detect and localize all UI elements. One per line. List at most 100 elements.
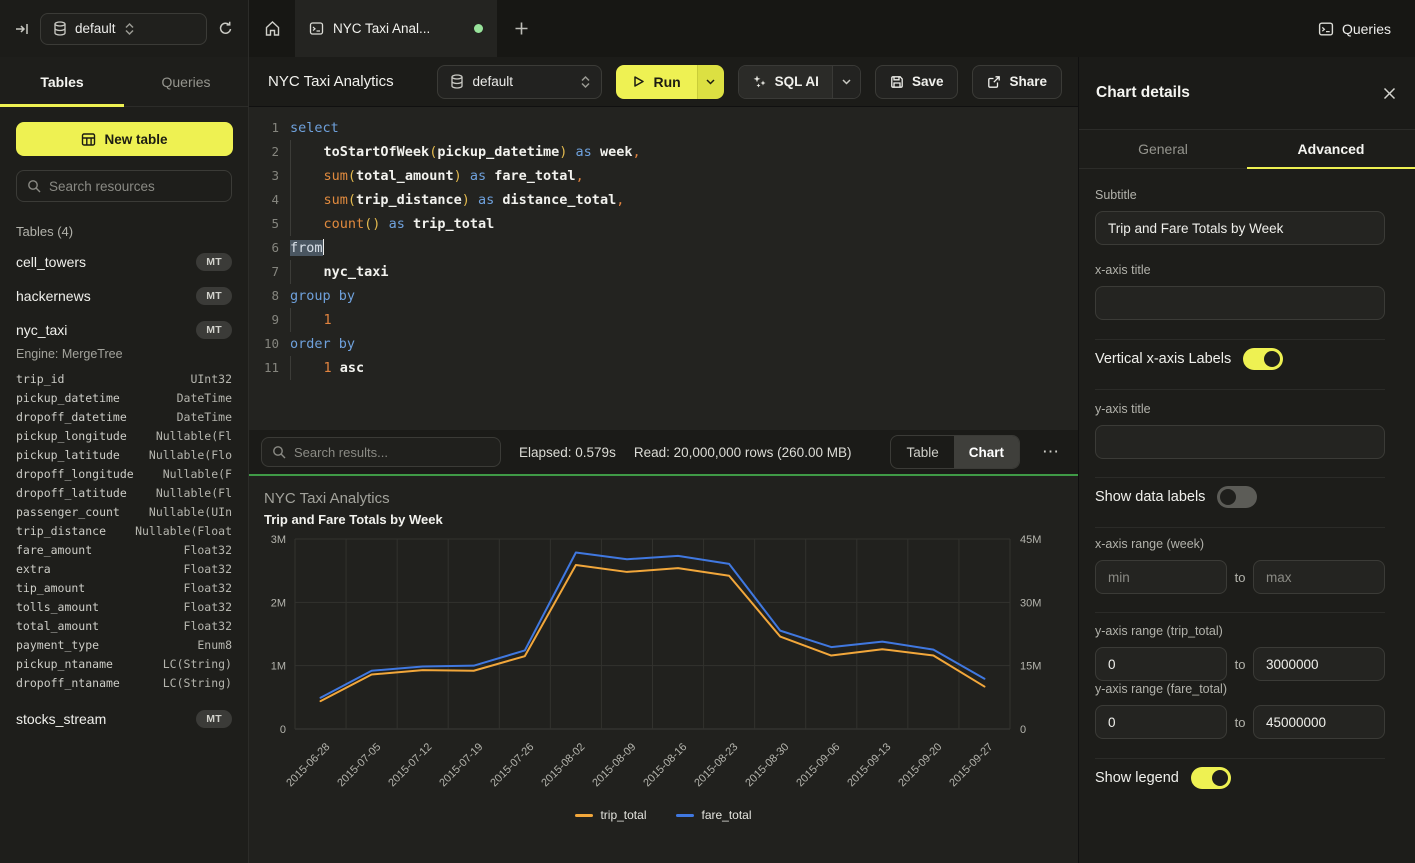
line-chart: 01M2M3M015M30M45M: [249, 534, 1078, 744]
sidebar-tab-queries[interactable]: Queries: [124, 57, 248, 106]
subtitle-label: Subtitle: [1095, 188, 1137, 202]
y-axis-range-trip-min-input[interactable]: [1095, 647, 1227, 681]
new-table-button[interactable]: New table: [16, 122, 233, 156]
legend-item-fare_total[interactable]: fare_total: [676, 808, 751, 822]
table-row-cell_towers[interactable]: cell_towersMT: [0, 245, 248, 279]
x-axis-range-label: x-axis range (week): [1095, 537, 1204, 551]
x-axis-title-label: x-axis title: [1095, 263, 1151, 277]
code-line-10: 10order by: [249, 332, 1078, 356]
x-axis-label: 2015-08-02: [539, 741, 587, 789]
line-number: 5: [249, 212, 279, 236]
chart-details-header: Chart details: [1079, 57, 1415, 130]
tab-general[interactable]: General: [1079, 130, 1247, 168]
line-number: 11: [249, 356, 279, 380]
column-row-tip_amount: tip_amountFloat32: [0, 578, 248, 597]
results-toolbar: Elapsed: 0.579s Read: 20,000,000 rows (2…: [249, 430, 1078, 476]
code-line-3: 3 sum(total_amount) as fare_total,: [249, 164, 1078, 188]
x-axis-label: 2015-08-30: [743, 741, 791, 789]
collapse-sidebar-icon[interactable]: [14, 21, 30, 37]
divider: [1095, 527, 1385, 528]
line-number: 10: [249, 332, 279, 356]
view-toggle-chart[interactable]: Chart: [954, 436, 1019, 468]
search-resources-input[interactable]: [49, 179, 221, 194]
database-select[interactable]: default: [40, 13, 207, 45]
tab-title: NYC Taxi Anal...: [333, 21, 465, 36]
close-icon[interactable]: [1382, 86, 1397, 101]
column-row-dropoff_longitude: dropoff_longitudeNullable(F: [0, 464, 248, 483]
table-row-stocks_stream[interactable]: stocks_streamMT: [0, 702, 248, 736]
toolbar-database-select[interactable]: default: [437, 65, 602, 99]
save-icon: [890, 75, 904, 89]
play-icon: [632, 75, 645, 88]
share-button[interactable]: Share: [972, 65, 1062, 99]
sidebar-tab-tables[interactable]: Tables: [0, 57, 124, 106]
sql-ai-options-button[interactable]: [832, 66, 860, 98]
share-label: Share: [1009, 74, 1047, 89]
x-axis-label: 2015-08-16: [641, 741, 689, 789]
column-row-dropoff_ntaname: dropoff_ntanameLC(String): [0, 673, 248, 692]
code-line-11: 11 1 asc: [249, 356, 1078, 380]
y-axis-range-trip-max-input[interactable]: [1253, 647, 1385, 681]
save-button[interactable]: Save: [875, 65, 959, 99]
sidebar-tabs: Tables Queries: [0, 57, 248, 107]
show-data-labels-toggle[interactable]: [1217, 486, 1257, 508]
chart-details-body: Subtitle x-axis title Vertical x-axis La…: [1079, 169, 1415, 862]
divider: [1095, 758, 1385, 759]
sql-ai-button[interactable]: SQL AI: [739, 66, 832, 98]
x-axis-label: 2015-09-13: [846, 741, 894, 789]
y-axis-range-fare-min-input[interactable]: [1095, 705, 1227, 739]
text-cursor: [323, 239, 325, 255]
table-row-hackernews[interactable]: hackernewsMT: [0, 279, 248, 313]
x-axis-range-max-input[interactable]: [1253, 560, 1385, 594]
run-button[interactable]: Run: [616, 65, 696, 99]
view-toggle-table[interactable]: Table: [891, 436, 953, 468]
y-axis-range-trip-row: to: [1095, 647, 1385, 681]
toolbar-database-value: default: [472, 74, 572, 89]
show-data-labels-label: Show data labels: [1095, 489, 1205, 505]
home-icon[interactable]: [249, 0, 295, 57]
right-axis-tick: 0: [1020, 724, 1026, 736]
chart-details-panel: Chart details General Advanced Subtitle …: [1078, 57, 1415, 863]
divider: [1095, 477, 1385, 478]
right-axis-tick: 45M: [1020, 534, 1041, 546]
database-icon: [53, 21, 67, 36]
column-row-trip_id: trip_idUInt32: [0, 369, 248, 388]
subtitle-input[interactable]: [1095, 211, 1385, 245]
chevron-updown-icon: [580, 75, 591, 89]
sql-editor[interactable]: 1select2 toStartOfWeek(pickup_datetime) …: [249, 107, 1078, 430]
x-axis-range-min-input[interactable]: [1095, 560, 1227, 594]
unsaved-changes-dot: [474, 24, 483, 33]
x-axis-title-input[interactable]: [1095, 286, 1385, 320]
x-axis-label: 2015-07-05: [335, 741, 383, 789]
table-row-nyc_taxi[interactable]: nyc_taxiMT: [0, 313, 248, 347]
y-axis-range-fare-max-input[interactable]: [1253, 705, 1385, 739]
x-axis-label: 2015-08-23: [692, 741, 740, 789]
database-select-value: default: [75, 21, 116, 36]
search-results-input[interactable]: [294, 445, 490, 460]
show-legend-toggle[interactable]: [1191, 767, 1231, 789]
run-options-button[interactable]: [697, 65, 724, 99]
tab-strip: NYC Taxi Anal...: [249, 0, 1294, 57]
results-search: [261, 437, 501, 467]
new-tab-button[interactable]: [497, 0, 545, 57]
x-axis-label: 2015-06-28: [284, 741, 332, 789]
vertical-x-axis-labels-label: Vertical x-axis Labels: [1095, 351, 1231, 367]
refresh-icon[interactable]: [217, 20, 234, 37]
tab-advanced[interactable]: Advanced: [1247, 130, 1415, 168]
tables-section-label: Tables (4): [16, 224, 232, 239]
table-name: stocks_stream: [16, 711, 106, 727]
legend-item-trip_total[interactable]: trip_total: [575, 808, 646, 822]
chevron-updown-icon: [124, 22, 135, 36]
code-line-9: 9 1: [249, 308, 1078, 332]
column-row-pickup_latitude: pickup_latitudeNullable(Flo: [0, 445, 248, 464]
y-axis-title-input[interactable]: [1095, 425, 1385, 459]
legend-label: fare_total: [701, 808, 751, 822]
tab-nyc-taxi-analytics[interactable]: NYC Taxi Anal...: [295, 0, 497, 57]
column-row-pickup_longitude: pickup_longitudeNullable(Fl: [0, 426, 248, 445]
sql-console-app: default NYC Taxi Anal...: [0, 0, 1415, 863]
column-row-trip_distance: trip_distanceNullable(Float: [0, 521, 248, 540]
results-menu-icon[interactable]: ⋯: [1038, 442, 1064, 462]
column-row-passenger_count: passenger_countNullable(UIn: [0, 502, 248, 521]
vertical-x-axis-labels-toggle[interactable]: [1243, 348, 1283, 370]
queries-button[interactable]: Queries: [1294, 0, 1415, 57]
